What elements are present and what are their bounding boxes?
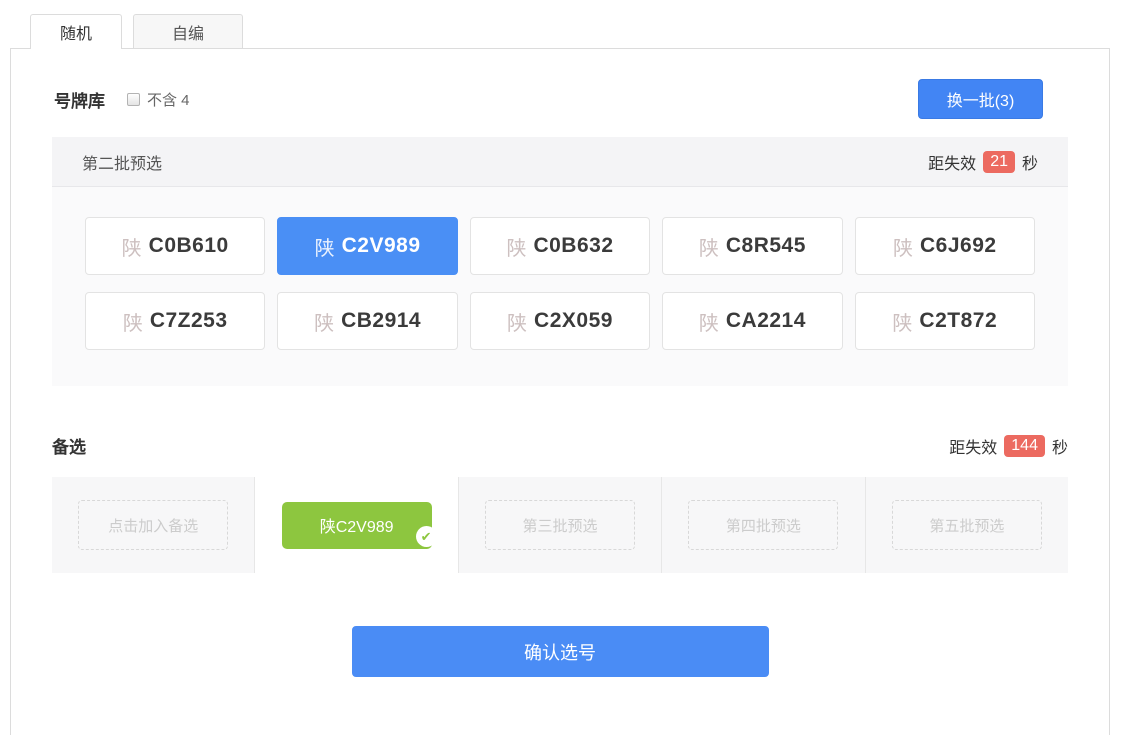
plate-option[interactable]: 陕 C2X059: [470, 292, 650, 350]
alternate-slot-filled[interactable]: 陕C2V989 ✔: [255, 477, 458, 573]
plate-number: C0B632: [533, 234, 613, 258]
plate-number: C2T872: [919, 309, 997, 333]
plate-province: 陕: [122, 232, 142, 261]
plate-grid: 陕 C0B610 陕 C2V989 陕 C0B632 陕 C8R545 陕: [52, 187, 1068, 386]
alternate-plate-label: 陕C2V989: [320, 513, 394, 537]
confirm-selection-button[interactable]: 确认选号: [352, 626, 769, 677]
plate-number: CB2914: [341, 309, 421, 333]
expiry-countdown-badge: 21: [983, 151, 1015, 173]
plate-option-selected[interactable]: 陕 C2V989: [277, 217, 457, 275]
alternate-slot-placeholder[interactable]: 第五批预选: [866, 477, 1068, 573]
expiry-suffix: 秒: [1022, 150, 1038, 174]
toolbar: 号牌库 不含 4 换一批(3): [11, 49, 1109, 133]
exclude-4-checkbox[interactable]: 不含 4: [127, 89, 190, 110]
batch-header: 第二批预选 距失效 21 秒: [52, 137, 1068, 187]
plate-number: C0B610: [149, 234, 229, 258]
plate-selection-page: 随机 自编 号牌库 不含 4 换一批(3) 第二批预选 距失效 21 秒: [0, 14, 1131, 748]
checkbox-icon[interactable]: [127, 93, 140, 106]
alternates-title: 备选: [52, 433, 86, 458]
alternates-header: 备选 距失效 144 秒: [52, 434, 1068, 457]
tab-custom[interactable]: 自编: [133, 14, 243, 48]
plate-province: 陕: [892, 307, 912, 336]
alternate-slot-placeholder[interactable]: 第三批预选: [459, 477, 662, 573]
plate-province: 陕: [315, 232, 335, 261]
plate-province: 陕: [506, 232, 526, 261]
plate-number: C7Z253: [150, 309, 228, 333]
tab-content-panel: 号牌库 不含 4 换一批(3) 第二批预选 距失效 21 秒 陕 C0B610: [10, 48, 1110, 735]
plate-option[interactable]: 陕 CA2214: [662, 292, 842, 350]
plate-option[interactable]: 陕 C7Z253: [85, 292, 265, 350]
change-batch-button[interactable]: 换一批(3): [918, 79, 1043, 119]
plate-option[interactable]: 陕 CB2914: [277, 292, 457, 350]
alternate-plate-chip[interactable]: 陕C2V989 ✔: [282, 502, 432, 549]
alternates-expiry: 距失效 144 秒: [949, 434, 1068, 458]
add-to-alternates-button[interactable]: 点击加入备选: [78, 500, 228, 550]
batch-title: 第二批预选: [82, 150, 162, 174]
tab-bar: 随机 自编: [30, 14, 1131, 48]
plate-province: 陕: [123, 307, 143, 336]
batch-expiry: 距失效 21 秒: [928, 150, 1038, 174]
plate-number: C6J692: [920, 234, 997, 258]
batch-4-placeholder: 第四批预选: [688, 500, 838, 550]
batch-block: 第二批预选 距失效 21 秒 陕 C0B610 陕 C2V989 陕: [52, 137, 1068, 386]
exclude-4-label: 不含 4: [147, 89, 190, 110]
alternate-slot-placeholder[interactable]: 第四批预选: [662, 477, 865, 573]
plate-number: C8R545: [726, 234, 806, 258]
plate-library-label: 号牌库: [54, 87, 105, 112]
tab-random[interactable]: 随机: [30, 14, 122, 48]
expiry-prefix: 距失效: [928, 150, 976, 174]
plate-province: 陕: [507, 307, 527, 336]
plate-province: 陕: [699, 232, 719, 261]
expiry-countdown-badge: 144: [1004, 435, 1045, 457]
plate-province: 陕: [893, 232, 913, 261]
plate-province: 陕: [699, 307, 719, 336]
alternates-row: 点击加入备选 陕C2V989 ✔ 第三批预选 第四批预选 第五批预选: [52, 477, 1068, 573]
plate-number: C2X059: [534, 309, 613, 333]
plate-option[interactable]: 陕 C0B610: [85, 217, 265, 275]
plate-option[interactable]: 陕 C8R545: [662, 217, 842, 275]
plate-option[interactable]: 陕 C2T872: [855, 292, 1035, 350]
plate-number: CA2214: [726, 309, 806, 333]
expiry-suffix: 秒: [1052, 434, 1068, 458]
alternate-slot-empty[interactable]: 点击加入备选: [52, 477, 255, 573]
batch-5-placeholder: 第五批预选: [892, 500, 1042, 550]
batch-3-placeholder: 第三批预选: [485, 500, 635, 550]
plate-option[interactable]: 陕 C6J692: [855, 217, 1035, 275]
expiry-prefix: 距失效: [949, 434, 997, 458]
plate-option[interactable]: 陕 C0B632: [470, 217, 650, 275]
plate-number: C2V989: [342, 234, 421, 258]
plate-province: 陕: [314, 307, 334, 336]
check-icon: ✔: [416, 526, 437, 547]
